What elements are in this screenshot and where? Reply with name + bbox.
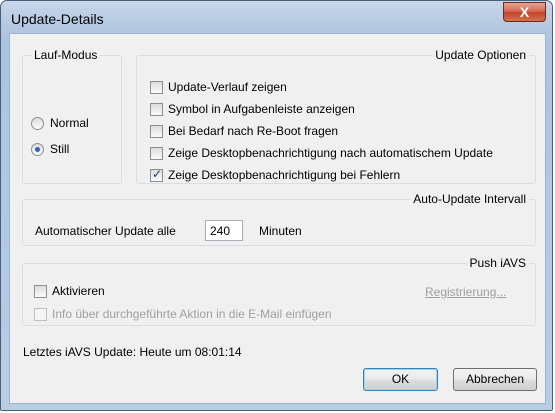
close-icon: X [519,4,530,20]
update-optionen-group: Update Optionen Update-Verlauf zeigen Sy… [136,48,536,184]
option-update-verlauf-checkbox[interactable] [150,80,163,94]
push-iavs-legend: Push iAVS [469,256,526,270]
push-iavs-group: Push iAVS Aktivieren Registrierung... In… [22,256,536,326]
update-optionen-legend: Update Optionen [435,48,526,62]
option-desktop-nach-update-checkbox[interactable] [150,146,163,160]
lauf-modus-group: Lauf-Modus Normal Still [22,48,122,184]
radio-still-label: Still [50,142,70,156]
option-update-verlauf-label: Update-Verlauf zeigen [168,80,287,94]
radio-still[interactable]: Still [31,142,69,156]
push-aktivieren[interactable]: Aktivieren [34,284,105,298]
option-desktop-nach-update[interactable]: Zeige Desktopbenachrichtigung nach autom… [150,146,493,160]
radio-normal[interactable]: Normal [31,116,89,130]
option-desktop-bei-fehlern-label: Zeige Desktopbenachrichtigung bei Fehler… [168,168,401,182]
radio-normal-indicator[interactable] [31,116,44,130]
minutes-label: Minuten [259,224,302,238]
dialog-client-area: Lauf-Modus Normal Still Update Optionen … [9,33,546,404]
registrierung-link[interactable]: Registrierung... [425,285,506,299]
radio-normal-label: Normal [50,116,89,130]
option-symbol-aufgabenleiste-label: Symbol in Aufgabenleiste anzeigen [168,102,355,116]
radio-still-indicator[interactable] [31,142,44,156]
cancel-button[interactable]: Abbrechen [453,368,537,391]
option-reboot-fragen[interactable]: Bei Bedarf nach Re-Boot fragen [150,124,338,138]
title-bar[interactable]: Update-Details X [1,1,552,33]
option-reboot-fragen-label: Bei Bedarf nach Re-Boot fragen [168,124,339,138]
lauf-modus-legend: Lauf-Modus [34,48,98,62]
push-info-email-label: Info über durchgeführte Aktion in die E-… [52,307,332,321]
option-reboot-fragen-checkbox[interactable] [150,124,163,138]
push-info-email-checkbox[interactable] [34,307,47,321]
option-update-verlauf[interactable]: Update-Verlauf zeigen [150,80,287,94]
ok-button[interactable]: OK [363,368,438,391]
last-update-status: Letztes iAVS Update: Heute um 08:01:14 [23,345,242,359]
option-symbol-aufgabenleiste[interactable]: Symbol in Aufgabenleiste anzeigen [150,102,355,116]
push-info-email[interactable]: Info über durchgeführte Aktion in die E-… [34,307,332,321]
window-title: Update-Details [11,11,104,27]
close-button[interactable]: X [503,2,546,22]
update-details-dialog: Update-Details X Lauf-Modus Normal Still… [0,0,553,411]
option-desktop-bei-fehlern-checkbox[interactable] [150,167,163,182]
option-desktop-bei-fehlern[interactable]: Zeige Desktopbenachrichtigung bei Fehler… [150,167,401,182]
option-symbol-aufgabenleiste-checkbox[interactable] [150,102,163,116]
push-aktivieren-checkbox[interactable] [34,284,47,298]
auto-update-label: Automatischer Update alle [35,224,176,238]
option-desktop-nach-update-label: Zeige Desktopbenachrichtigung nach autom… [168,146,493,160]
auto-update-legend: Auto-Update Intervall [413,192,526,206]
push-aktivieren-label: Aktivieren [52,284,105,298]
interval-minutes-input[interactable] [205,220,243,241]
auto-update-group: Auto-Update Intervall Automatischer Upda… [22,192,536,246]
